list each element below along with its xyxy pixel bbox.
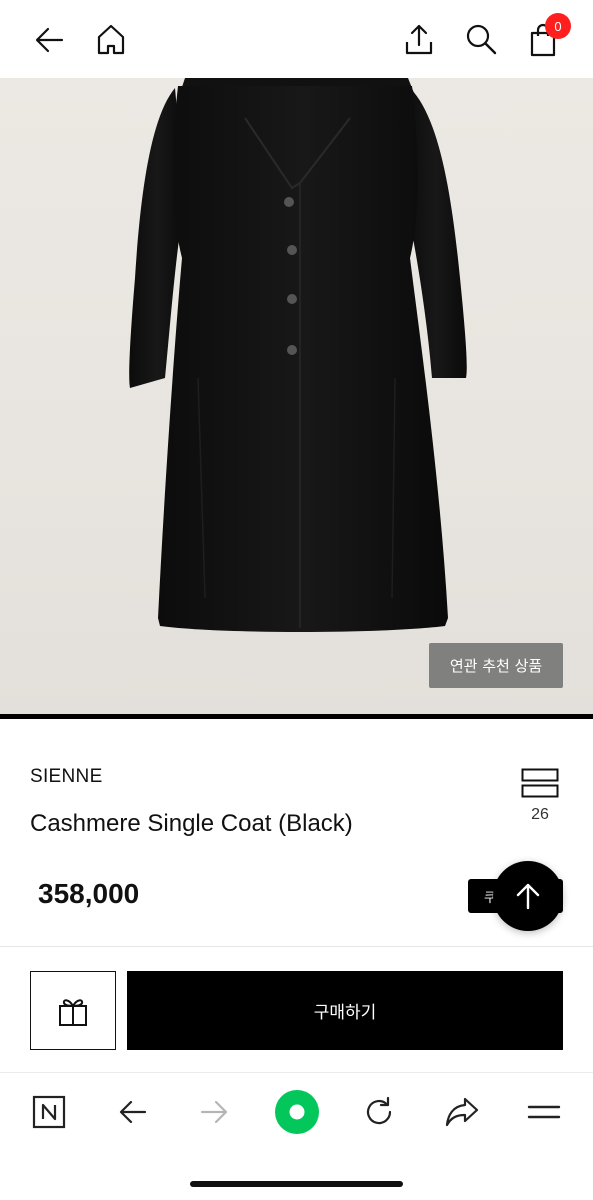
green-circle-icon <box>275 1090 319 1134</box>
wishlist-button[interactable]: 26 <box>515 768 565 834</box>
stacked-bars-icon <box>521 768 559 798</box>
product-page: 0 연관 추천 상품 SIENNE Cashmere Single Coat (… <box>0 0 593 1200</box>
back-button[interactable] <box>27 18 71 62</box>
arrow-right-icon <box>200 1100 228 1124</box>
browser-share-button[interactable] <box>438 1088 486 1136</box>
browser-menu-button[interactable] <box>520 1088 568 1136</box>
gift-icon <box>59 998 87 1026</box>
browser-green-dot-button[interactable] <box>273 1088 321 1136</box>
browser-home-button[interactable] <box>25 1088 73 1136</box>
arrow-left-icon <box>35 27 64 53</box>
share-button[interactable] <box>397 17 441 61</box>
image-bottom-rule <box>0 714 593 719</box>
scroll-to-top-button[interactable] <box>493 861 563 931</box>
section-divider <box>0 946 593 947</box>
wishlist-count: 26 <box>531 806 549 823</box>
search-button[interactable] <box>459 17 503 61</box>
share-arrow-icon <box>445 1097 479 1127</box>
gift-button[interactable] <box>30 971 116 1050</box>
menu-icon <box>527 1105 561 1119</box>
search-icon <box>466 24 497 55</box>
cart-count-badge: 0 <box>545 13 571 39</box>
product-price: 358,000 <box>38 878 140 909</box>
browser-refresh-button[interactable] <box>355 1088 403 1136</box>
buy-now-button[interactable]: 구매하기 <box>127 971 563 1050</box>
browser-back-button[interactable] <box>108 1088 156 1136</box>
brand-name[interactable]: SIENNE <box>30 766 103 788</box>
refresh-icon <box>366 1096 392 1125</box>
top-navigation-bar: 0 <box>0 0 593 78</box>
naver-n-icon <box>32 1095 66 1129</box>
arrow-left-icon <box>119 1100 147 1124</box>
home-button[interactable] <box>89 17 133 61</box>
home-indicator <box>190 1181 403 1187</box>
browser-forward-button[interactable] <box>191 1088 239 1136</box>
arrow-up-icon <box>516 883 540 910</box>
share-upload-icon <box>405 24 433 55</box>
coat-illustration <box>129 78 467 632</box>
product-image[interactable] <box>0 78 593 714</box>
home-icon <box>97 24 125 55</box>
related-products-button[interactable]: 연관 추천 상품 <box>429 643 563 688</box>
product-title: Cashmere Single Coat (Black) <box>30 810 353 837</box>
